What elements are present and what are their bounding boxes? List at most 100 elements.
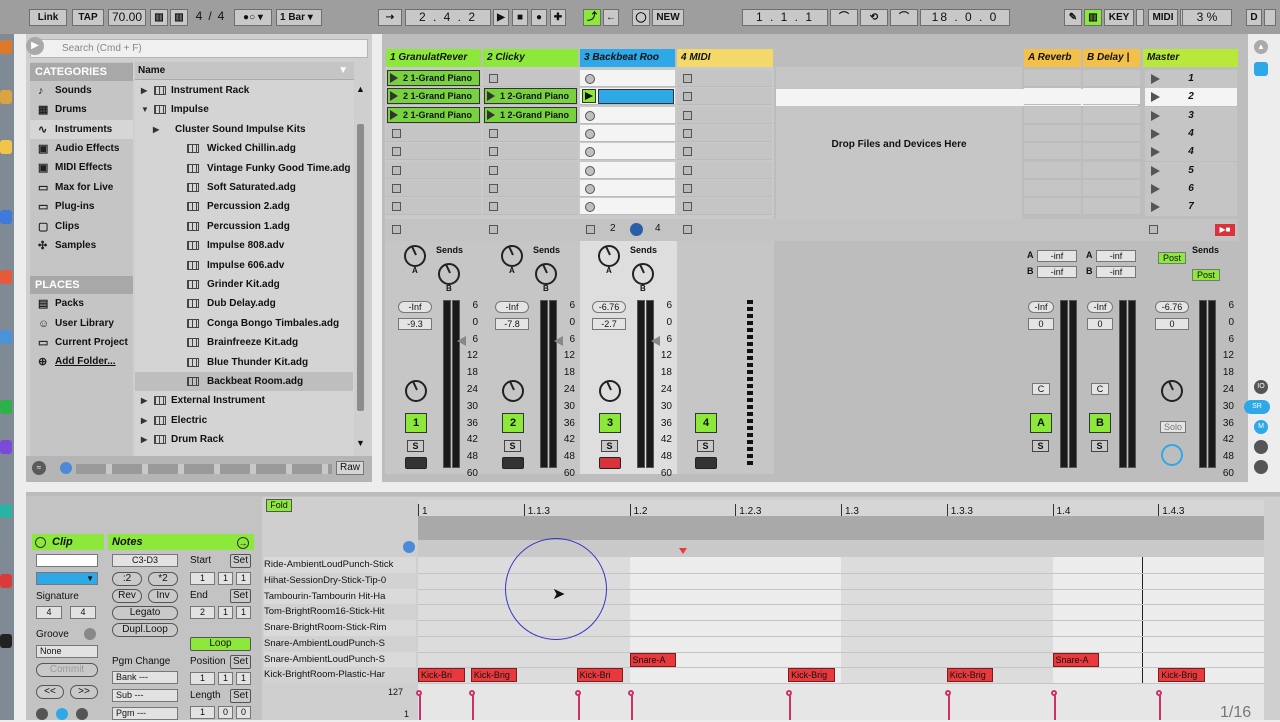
length-set-button[interactable]: Set: [230, 689, 251, 703]
velocity-stem[interactable]: [1053, 694, 1056, 720]
volume-peak[interactable]: -Inf: [398, 301, 432, 313]
clip-record-icon[interactable]: [585, 165, 595, 176]
midi-map-button[interactable]: MIDI: [1148, 9, 1178, 26]
mixer-toggle-icon[interactable]: M: [1254, 420, 1268, 434]
track-header-4[interactable]: 4 MIDI: [677, 49, 773, 67]
drum-key-label[interactable]: Ride-AmbientLoudPunch-Stick: [264, 557, 416, 573]
midi-note[interactable]: Kick-Bri: [418, 668, 465, 683]
note-range-field[interactable]: C3-D3: [112, 554, 178, 567]
length-sixteenth[interactable]: 0: [236, 706, 251, 719]
drum-key-label[interactable]: Snare-AmbientLoudPunch-S: [264, 635, 416, 652]
spotify-icon[interactable]: [0, 400, 12, 414]
return-a-send-a-field[interactable]: -inf: [1037, 250, 1077, 262]
show-envelopes-icon[interactable]: [76, 708, 88, 720]
solo-button[interactable]: S: [601, 440, 618, 452]
clip-stop-icon[interactable]: [392, 183, 401, 193]
return-a-send-b-field[interactable]: -inf: [1037, 266, 1077, 278]
velocity-stem[interactable]: [577, 694, 580, 720]
browser-item[interactable]: ▶ Instrument Rack: [135, 81, 353, 100]
velocity-stem[interactable]: [1159, 694, 1162, 720]
stop-track-2-button[interactable]: [489, 225, 498, 234]
expand-arrow-icon[interactable]: ▼: [141, 100, 149, 119]
end-sixteenth[interactable]: 1: [236, 606, 251, 619]
length-beat[interactable]: 0: [218, 706, 233, 719]
solo-button[interactable]: S: [407, 440, 424, 452]
return-volume-field[interactable]: 0: [1028, 318, 1054, 330]
nudge-back-button[interactable]: <<: [36, 685, 64, 699]
loop-button[interactable]: Loop: [190, 637, 251, 651]
app2-icon[interactable]: [0, 440, 12, 454]
category-plugins[interactable]: ▭ Plug-ins: [30, 197, 133, 216]
scene-launch[interactable]: 2: [1145, 88, 1237, 107]
sort-arrow-icon[interactable]: ▼: [338, 62, 348, 80]
drum-key-label[interactable]: Kick-BrightRoom-Plastic-Har: [264, 667, 416, 683]
solo-button[interactable]: S: [697, 440, 714, 452]
track-delay-toggle-icon[interactable]: [1254, 460, 1268, 474]
program-select[interactable]: Pgm ---: [112, 707, 178, 720]
stop-track-4-button[interactable]: [683, 225, 692, 234]
start-beat[interactable]: 1: [218, 572, 233, 585]
browser-item[interactable]: Conga Bongo Timbales.adg: [135, 314, 353, 333]
velocity-handle[interactable]: [1050, 690, 1057, 696]
clip-stop-icon[interactable]: [683, 74, 692, 83]
tap-button[interactable]: TAP: [72, 9, 104, 26]
send-a-knob[interactable]: [598, 245, 620, 267]
length-bar[interactable]: 1: [190, 706, 215, 719]
master-volume-peak[interactable]: -6.76: [1155, 301, 1189, 313]
clip-stop-icon[interactable]: [683, 183, 692, 193]
scene-launch[interactable]: 6: [1145, 179, 1237, 198]
clip-stop-icon[interactable]: [489, 202, 498, 212]
return-b-send-b-field[interactable]: -inf: [1096, 266, 1136, 278]
category-instruments[interactable]: ∿ Instruments: [30, 120, 133, 139]
category-max-for-live[interactable]: ▭ Max for Live: [30, 178, 133, 197]
browser-item[interactable]: Percussion 2.adg: [135, 197, 353, 216]
loop-switch-button[interactable]: ⟲: [860, 9, 888, 26]
browser-item[interactable]: Grinder Kit.adg: [135, 275, 353, 294]
groove-select[interactable]: None: [36, 645, 98, 658]
clip-stop-icon[interactable]: [683, 128, 692, 138]
sends-toggle-icon[interactable]: SR: [1244, 400, 1270, 414]
velocity-handle[interactable]: [574, 690, 581, 696]
clip-stop-icon[interactable]: [683, 165, 692, 175]
pan-knob[interactable]: [502, 380, 524, 402]
position-bar[interactable]: 1: [190, 672, 215, 685]
scene-play-icon[interactable]: [1151, 128, 1160, 139]
start-set-button[interactable]: Set: [230, 554, 251, 568]
scene-launch[interactable]: 4: [1145, 124, 1237, 143]
expand-arrow-icon[interactable]: ▶: [141, 391, 147, 410]
master-header[interactable]: Master: [1143, 49, 1238, 67]
scene-play-icon[interactable]: [1151, 110, 1160, 121]
track-header-3[interactable]: 3 Backbeat Roo: [580, 49, 675, 67]
midi-note[interactable]: Kick-Brig: [470, 668, 518, 683]
master-record-icon[interactable]: ▶■: [1215, 224, 1235, 236]
clip[interactable]: 1 2-Grand Piano: [484, 106, 577, 123]
send-a-knob[interactable]: [501, 245, 523, 267]
clip[interactable]: 2 1-Grand Piano: [387, 106, 480, 123]
app4-icon[interactable]: [0, 574, 12, 588]
expand-arrow-icon[interactable]: ▶: [153, 120, 159, 139]
master-volume-field[interactable]: 0: [1155, 318, 1189, 330]
return-header-a[interactable]: A Reverb: [1024, 49, 1081, 67]
add-folder-link[interactable]: ⊕ Add Folder...: [30, 352, 133, 371]
browser-scroll-thumb[interactable]: [357, 124, 364, 411]
midi-note[interactable]: Kick-Brig: [788, 668, 835, 683]
detail-divider[interactable]: [26, 492, 1280, 496]
scene-play-icon[interactable]: [1151, 92, 1160, 103]
browser-item[interactable]: Brainfreeze Kit.adg: [135, 333, 353, 352]
show-notes-icon[interactable]: [56, 708, 68, 720]
category-sounds[interactable]: ♪ Sounds: [30, 81, 133, 100]
scene-launch[interactable]: 1: [1145, 70, 1237, 88]
finder-icon[interactable]: [0, 330, 12, 344]
stop-track-3-button[interactable]: [586, 225, 595, 234]
legato-button[interactable]: Legato: [112, 606, 178, 620]
track-activator-button[interactable]: 4: [695, 413, 717, 433]
browser-item[interactable]: Impulse 808.adv: [135, 236, 353, 255]
place-packs[interactable]: ▤ Packs: [30, 294, 133, 313]
track-header-1[interactable]: 1 GranulatRever: [386, 49, 481, 67]
category-midi-effects[interactable]: ▣ MIDI Effects: [30, 158, 133, 177]
track-header-2[interactable]: 2 Clicky: [483, 49, 578, 67]
category-samples[interactable]: ✣ Samples: [30, 236, 133, 255]
send-b-knob[interactable]: [438, 263, 460, 285]
midi-note[interactable]: Kick-Bri: [576, 668, 624, 683]
hide-mixer-icon[interactable]: ▲: [1254, 40, 1268, 54]
